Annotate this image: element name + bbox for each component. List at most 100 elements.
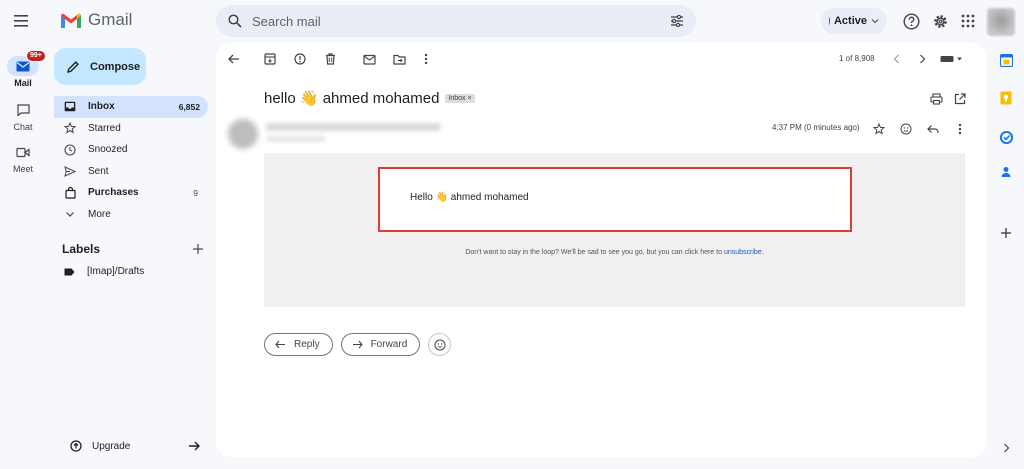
status-dot bbox=[829, 17, 830, 25]
report-spam-icon[interactable] bbox=[293, 52, 307, 66]
chat-icon bbox=[7, 100, 39, 120]
more-vert-icon[interactable] bbox=[953, 122, 967, 136]
unsubscribe-link[interactable]: unsubscribe bbox=[724, 249, 762, 256]
sender-name-redacted bbox=[266, 123, 441, 131]
print-icon[interactable] bbox=[929, 92, 943, 106]
email-toolbar: 1 of 8,908 bbox=[216, 43, 986, 75]
inbox-tag[interactable]: Inbox × bbox=[445, 93, 475, 103]
older-chevron-right-icon[interactable] bbox=[915, 52, 929, 66]
tasks-icon[interactable] bbox=[998, 129, 1014, 145]
expand-panel-chevron-icon[interactable] bbox=[998, 440, 1014, 456]
highlighted-message-box: Hello 👋 ahmed mohamed bbox=[378, 167, 852, 232]
more-options-icon[interactable] bbox=[419, 52, 433, 66]
email-body: Hello 👋 ahmed mohamed Don't want to stay… bbox=[264, 153, 965, 307]
inbox-count: 6,852 bbox=[178, 101, 200, 112]
nav-item-label: Purchases bbox=[88, 187, 139, 199]
reply-actions: Reply Forward bbox=[264, 333, 452, 356]
smiley-icon bbox=[434, 339, 446, 350]
label-name: [Imap]/Drafts bbox=[87, 266, 145, 277]
rail-mail[interactable]: 99+ Mail bbox=[0, 50, 46, 88]
nav-item-more[interactable]: More bbox=[54, 204, 208, 226]
search-input[interactable]: Search mail bbox=[252, 14, 670, 29]
mail-badge: 99+ bbox=[26, 50, 46, 62]
upgrade-label: Upgrade bbox=[92, 440, 131, 452]
reply-arrow-icon bbox=[275, 340, 286, 349]
nav-item-sent[interactable]: Sent bbox=[54, 161, 208, 183]
label-item-imap-drafts[interactable]: [Imap]/Drafts bbox=[64, 266, 144, 277]
reply-button[interactable]: Reply bbox=[264, 333, 333, 356]
compose-label: Compose bbox=[90, 60, 141, 73]
labels-title: Labels bbox=[62, 242, 101, 256]
apps-grid-icon[interactable] bbox=[958, 11, 978, 31]
footer-end: . bbox=[761, 249, 764, 256]
sender-avatar[interactable] bbox=[228, 119, 258, 149]
chevron-down-icon bbox=[871, 18, 879, 24]
reply-label: Reply bbox=[294, 339, 320, 350]
status-selector[interactable]: Active bbox=[821, 8, 887, 34]
gmail-m-icon bbox=[61, 13, 81, 28]
open-in-new-window-icon[interactable] bbox=[953, 92, 967, 106]
star-icon[interactable] bbox=[872, 122, 886, 136]
star-icon bbox=[64, 122, 76, 134]
search-icon[interactable] bbox=[228, 14, 242, 28]
status-label: Active bbox=[833, 15, 867, 27]
settings-gear-icon[interactable] bbox=[930, 11, 950, 31]
add-label-icon[interactable] bbox=[192, 243, 204, 255]
rail-mail-label: Mail bbox=[14, 78, 32, 88]
email-timestamp: 4:37 PM (0 minutes ago) bbox=[772, 123, 860, 132]
nav-item-purchases[interactable]: Purchases 9 bbox=[54, 182, 208, 204]
search-bar[interactable]: Search mail bbox=[216, 5, 696, 37]
email-subject: hello 👋 ahmed mohamed bbox=[264, 90, 440, 107]
side-panel bbox=[986, 0, 1024, 469]
mark-unread-icon[interactable] bbox=[362, 52, 376, 66]
nav-item-label: Snoozed bbox=[88, 144, 128, 156]
shopping-bag-icon bbox=[64, 186, 76, 199]
get-add-ons-plus-icon[interactable] bbox=[998, 225, 1014, 241]
nav-item-snoozed[interactable]: Snoozed bbox=[54, 139, 208, 161]
add-reaction-emoji-icon[interactable] bbox=[899, 122, 913, 136]
input-tools-keyboard-icon[interactable] bbox=[940, 52, 964, 66]
nav-item-label: Sent bbox=[88, 165, 109, 177]
nav-item-inbox[interactable]: Inbox 6,852 bbox=[54, 96, 208, 118]
purchases-count: 9 bbox=[193, 187, 198, 198]
nav-item-label: Starred bbox=[88, 122, 121, 134]
inbox-icon bbox=[64, 101, 76, 113]
archive-icon[interactable] bbox=[263, 52, 277, 66]
move-to-folder-icon[interactable] bbox=[392, 52, 406, 66]
gmail-logo[interactable]: Gmail bbox=[60, 10, 132, 30]
clock-icon bbox=[64, 144, 76, 156]
reply-arrow-icon[interactable] bbox=[926, 122, 940, 136]
forward-button[interactable]: Forward bbox=[340, 333, 421, 356]
mail-icon: 99+ bbox=[7, 50, 46, 76]
rail-meet[interactable]: Meet bbox=[0, 142, 46, 174]
calendar-icon[interactable] bbox=[998, 52, 1014, 68]
main-menu-icon[interactable] bbox=[12, 12, 34, 30]
arrow-right-icon bbox=[188, 441, 200, 451]
back-arrow-icon[interactable] bbox=[227, 52, 241, 66]
compose-button[interactable]: Compose bbox=[54, 48, 146, 85]
recipient-redacted bbox=[266, 136, 326, 142]
keep-notes-icon[interactable] bbox=[998, 90, 1014, 106]
pagination-text: 1 of 8,908 bbox=[839, 54, 875, 63]
chevron-down-icon bbox=[64, 208, 76, 220]
newer-chevron-left-icon[interactable] bbox=[889, 52, 903, 66]
filter-options-icon[interactable] bbox=[670, 15, 684, 27]
email-body-text: Hello 👋 ahmed mohamed bbox=[410, 192, 529, 203]
forward-label: Forward bbox=[370, 339, 408, 350]
send-icon bbox=[64, 165, 76, 177]
rail-chat-label: Chat bbox=[13, 122, 33, 132]
help-icon[interactable] bbox=[901, 11, 921, 31]
left-rail: 99+ Mail Chat Meet bbox=[0, 0, 46, 469]
footer-text: Don't want to stay in the loop? We'll be… bbox=[465, 249, 724, 256]
nav-item-starred[interactable]: Starred bbox=[54, 118, 208, 140]
rail-chat[interactable]: Chat bbox=[0, 100, 46, 132]
contacts-icon[interactable] bbox=[998, 164, 1014, 180]
upgrade-button[interactable]: Upgrade bbox=[70, 440, 200, 452]
nav-item-label: More bbox=[88, 208, 111, 220]
upgrade-icon bbox=[70, 440, 82, 452]
app-name: Gmail bbox=[88, 10, 133, 29]
emoji-reaction-button[interactable] bbox=[428, 333, 452, 356]
forward-arrow-icon bbox=[352, 340, 363, 349]
email-view: 1 of 8,908 hello 👋 ahmed mohamed Inbox ×… bbox=[216, 43, 986, 457]
delete-trash-icon[interactable] bbox=[323, 52, 337, 66]
